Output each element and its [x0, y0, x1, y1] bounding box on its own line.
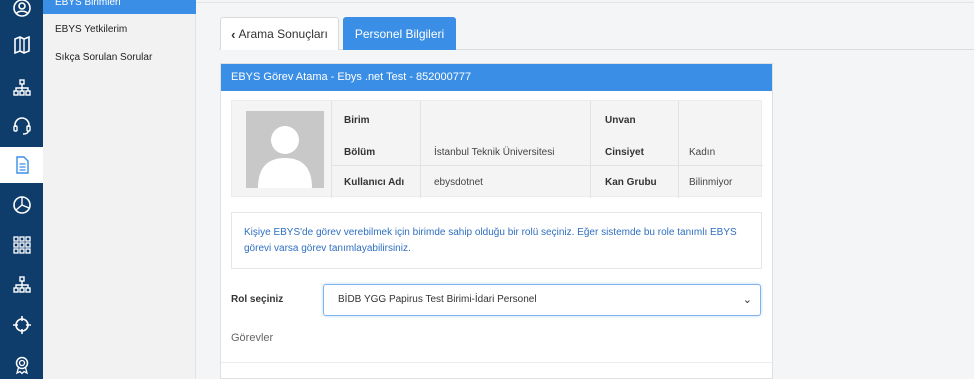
- user-icon[interactable]: [0, 0, 43, 26]
- chart-icon[interactable]: [0, 187, 43, 223]
- rol-seciniz-label: Rol seçiniz: [231, 294, 284, 305]
- bolum-label: Bölüm: [344, 147, 376, 158]
- personel-info-card: Birim Bölüm İstanbul Teknik Üniversitesi…: [231, 100, 763, 198]
- divider: [590, 101, 591, 198]
- info-alert: Kişiye EBYS'de görev verebilmek için bir…: [231, 212, 762, 269]
- map-icon[interactable]: [0, 27, 43, 63]
- bolum-value: İstanbul Teknik Üniversitesi: [434, 147, 555, 158]
- avatar: [246, 111, 324, 188]
- birim-label: Birim: [344, 115, 370, 126]
- grid-icon[interactable]: [0, 227, 43, 263]
- rol-select[interactable]: BİDB YGG Papirus Test Birimi-İdari Perso…: [323, 284, 761, 316]
- tab-arama-sonuclari[interactable]: ‹ Arama Sonuçları: [220, 17, 339, 50]
- chevron-down-icon: ⌄: [742, 294, 752, 306]
- kan-grubu-label: Kan Grubu: [605, 177, 657, 188]
- kullanici-adi-label: Kullanıcı Adı: [344, 177, 405, 188]
- cinsiyet-value: Kadın: [689, 147, 716, 158]
- submenu-item-ebys-yetkilerim[interactable]: EBYS Yetkilerim: [55, 24, 127, 35]
- kullanici-adi-value: ebysdotnet: [434, 177, 483, 188]
- submenu-item-sss[interactable]: Sıkça Sorulan Sorular: [55, 52, 152, 63]
- rol-select-value: BİDB YGG Papirus Test Birimi-İdari Perso…: [338, 294, 537, 305]
- crosshair-icon[interactable]: [0, 307, 43, 343]
- divider: [331, 101, 332, 198]
- personel-panel: EBYS Görev Atama - Ebys .net Test - 8520…: [220, 63, 774, 379]
- headset-icon[interactable]: [0, 108, 43, 144]
- icon-rail: [0, 0, 43, 379]
- org-chart-icon[interactable]: [0, 70, 43, 106]
- document-icon[interactable]: [0, 147, 43, 183]
- divider: [196, 2, 974, 3]
- kan-grubu-value: Bilinmiyor: [689, 177, 733, 188]
- tab-label: Personel Bilgileri: [354, 26, 445, 41]
- tab-label: Arama Sonuçları: [238, 27, 328, 41]
- panel-title: EBYS Görev Atama - Ebys .net Test - 8520…: [221, 64, 772, 91]
- chevron-left-icon: ‹: [231, 26, 236, 42]
- cinsiyet-label: Cinsiyet: [605, 147, 644, 158]
- award-icon[interactable]: [0, 347, 43, 379]
- divider: [331, 165, 763, 166]
- divider: [678, 101, 679, 198]
- divider: [221, 362, 774, 363]
- unvan-label: Unvan: [605, 115, 636, 126]
- submenu-item-label: EBYS Birimleri: [55, 0, 121, 8]
- divider: [420, 101, 421, 198]
- hierarchy-icon[interactable]: [0, 267, 43, 303]
- submenu-panel: EBYS Birimleri EBYS Yetkilerim Sıkça Sor…: [43, 0, 196, 379]
- submenu-item-ebys-birimleri[interactable]: EBYS Birimleri: [43, 0, 196, 14]
- gorevler-label: Görevler: [231, 332, 274, 344]
- tab-personel-bilgileri[interactable]: Personel Bilgileri: [343, 17, 456, 50]
- main-content: ‹ Arama Sonuçları Personel Bilgileri EBY…: [196, 0, 974, 379]
